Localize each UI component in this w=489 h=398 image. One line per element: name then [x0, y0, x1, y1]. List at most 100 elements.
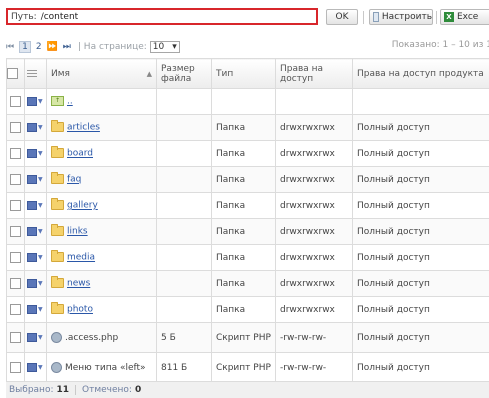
last-page-link[interactable]: ⏭	[63, 42, 71, 52]
row-checkbox-cell[interactable]	[6, 140, 25, 167]
next-page-link[interactable]: ⏩	[47, 42, 58, 52]
select-all-checkbox[interactable]	[7, 68, 18, 79]
size-cell: 811 Б	[156, 352, 212, 383]
first-page-link[interactable]: ⏮	[6, 42, 14, 52]
row-checkbox[interactable]	[10, 362, 21, 373]
name-cell[interactable]: gallery	[46, 192, 157, 219]
row-menu-cell[interactable]: ▼	[24, 270, 47, 297]
row-menu-cell[interactable]: ▼	[24, 296, 47, 323]
file-name[interactable]: media	[67, 253, 95, 263]
file-name[interactable]: faq	[67, 175, 81, 185]
name-cell[interactable]: articles	[46, 114, 157, 141]
name-column-header[interactable]: Имя ▲	[46, 58, 157, 89]
table-row[interactable]: ▼ articles Папка drwxrwxrwx Полный доступ	[6, 114, 489, 141]
file-name[interactable]: photo	[67, 305, 93, 315]
row-checkbox[interactable]	[10, 122, 21, 133]
perm-cell: drwxrwxrwx	[275, 166, 353, 193]
row-checkbox[interactable]	[10, 96, 21, 107]
row-menu-cell[interactable]: ▼	[24, 322, 47, 353]
row-menu-cell[interactable]: ▼	[24, 244, 47, 271]
row-checkbox-cell[interactable]	[6, 218, 25, 245]
row-menu-icon[interactable]	[27, 148, 37, 158]
file-name[interactable]: news	[67, 279, 90, 289]
table-row[interactable]: ▼ board Папка drwxrwxrwx Полный доступ	[6, 140, 489, 167]
row-checkbox-cell[interactable]	[6, 352, 25, 383]
row-menu-icon[interactable]	[27, 122, 37, 132]
file-name[interactable]: gallery	[67, 201, 98, 211]
row-checkbox-cell[interactable]	[6, 192, 25, 219]
table-row[interactable]: ▼ news Папка drwxrwxrwx Полный доступ	[6, 270, 489, 297]
row-checkbox[interactable]	[10, 148, 21, 159]
page-1-current: 1	[19, 41, 31, 53]
row-menu-cell[interactable]: ▼	[24, 88, 47, 115]
name-cell[interactable]: board	[46, 140, 157, 167]
excel-button[interactable]: X Exce	[440, 9, 489, 25]
table-row[interactable]: ▼ gallery Папка drwxrwxrwx Полный доступ	[6, 192, 489, 219]
row-menu-icon[interactable]	[27, 226, 37, 236]
row-menu-icon[interactable]	[27, 96, 37, 106]
row-checkbox[interactable]	[10, 226, 21, 237]
name-cell[interactable]: links	[46, 218, 157, 245]
select-all-header[interactable]	[6, 58, 25, 89]
row-checkbox-cell[interactable]	[6, 270, 25, 297]
chevron-down-icon: ▼	[38, 253, 43, 261]
name-cell[interactable]: faq	[46, 166, 157, 193]
table-row[interactable]: ▼ ↑..	[6, 88, 489, 115]
row-menu-icon[interactable]	[27, 200, 37, 210]
row-menu-cell[interactable]: ▼	[24, 192, 47, 219]
row-menu-icon[interactable]	[27, 174, 37, 184]
ok-button[interactable]: OK	[326, 9, 358, 25]
settings-button[interactable]: Настроить	[369, 9, 433, 25]
type-column-header[interactable]: Тип	[211, 58, 276, 89]
row-menu-cell[interactable]: ▼	[24, 114, 47, 141]
type-cell: Папка	[211, 270, 276, 297]
row-checkbox[interactable]	[10, 200, 21, 211]
file-name[interactable]: board	[67, 149, 93, 159]
table-row[interactable]: ▼ media Папка drwxrwxrwx Полный доступ	[6, 244, 489, 271]
row-menu-icon[interactable]	[27, 362, 37, 372]
table-row[interactable]: ▼ .access.php 5 Б Скрипт PHP -rw-rw-rw- Полны…	[6, 322, 489, 353]
name-cell[interactable]: news	[46, 270, 157, 297]
table-row[interactable]: ▼ faq Папка drwxrwxrwx Полный доступ	[6, 166, 489, 193]
file-name[interactable]: links	[67, 227, 88, 237]
per-page-select[interactable]: 10 ▾	[149, 41, 180, 53]
table-row[interactable]: ▼ links Папка drwxrwxrwx Полный доступ	[6, 218, 489, 245]
row-checkbox-cell[interactable]	[6, 114, 25, 141]
page-2-link[interactable]: 2	[36, 42, 42, 52]
row-menu-cell[interactable]: ▼	[24, 218, 47, 245]
row-menu-icon[interactable]	[27, 252, 37, 262]
path-value[interactable]: /content	[41, 12, 79, 22]
row-checkbox[interactable]	[10, 278, 21, 289]
row-menu-icon[interactable]	[27, 304, 37, 314]
perm-column-header[interactable]: Права на доступ	[275, 58, 353, 89]
row-checkbox-cell[interactable]	[6, 296, 25, 323]
row-menu-icon[interactable]	[27, 332, 37, 342]
folder-icon	[51, 276, 64, 289]
table-row[interactable]: ▼ photo Папка drwxrwxrwx Полный доступ	[6, 296, 489, 323]
menu-header[interactable]	[24, 58, 47, 89]
row-checkbox[interactable]	[10, 332, 21, 343]
row-checkbox-cell[interactable]	[6, 322, 25, 353]
row-menu-icon[interactable]	[27, 278, 37, 288]
row-checkbox-cell[interactable]	[6, 88, 25, 115]
perm-cell	[275, 88, 353, 115]
row-checkbox-cell[interactable]	[6, 244, 25, 271]
row-checkbox-cell[interactable]	[6, 166, 25, 193]
file-name[interactable]: articles	[67, 123, 100, 133]
path-field[interactable]: Путь: /content	[6, 8, 318, 25]
row-menu-cell[interactable]: ▼	[24, 140, 47, 167]
file-name[interactable]: ..	[67, 97, 73, 107]
name-cell[interactable]: photo	[46, 296, 157, 323]
perm-product-column-header[interactable]: Права на доступ продукта	[352, 58, 489, 89]
name-cell[interactable]: media	[46, 244, 157, 271]
selected-label: Выбрано:	[9, 385, 54, 395]
row-checkbox[interactable]	[10, 174, 21, 185]
row-checkbox[interactable]	[10, 304, 21, 315]
row-menu-cell[interactable]: ▼	[24, 166, 47, 193]
row-menu-cell[interactable]: ▼	[24, 352, 47, 383]
table-row[interactable]: ▼ Меню типа «left» 811 Б Скрипт PHP -rw-rw-r…	[6, 352, 489, 383]
size-column-header[interactable]: Размер файла	[156, 58, 212, 89]
name-cell[interactable]: ↑..	[46, 88, 157, 115]
file-table: Имя ▲ Размер файла Тип Права на доступ Пр…	[6, 58, 489, 383]
row-checkbox[interactable]	[10, 252, 21, 263]
